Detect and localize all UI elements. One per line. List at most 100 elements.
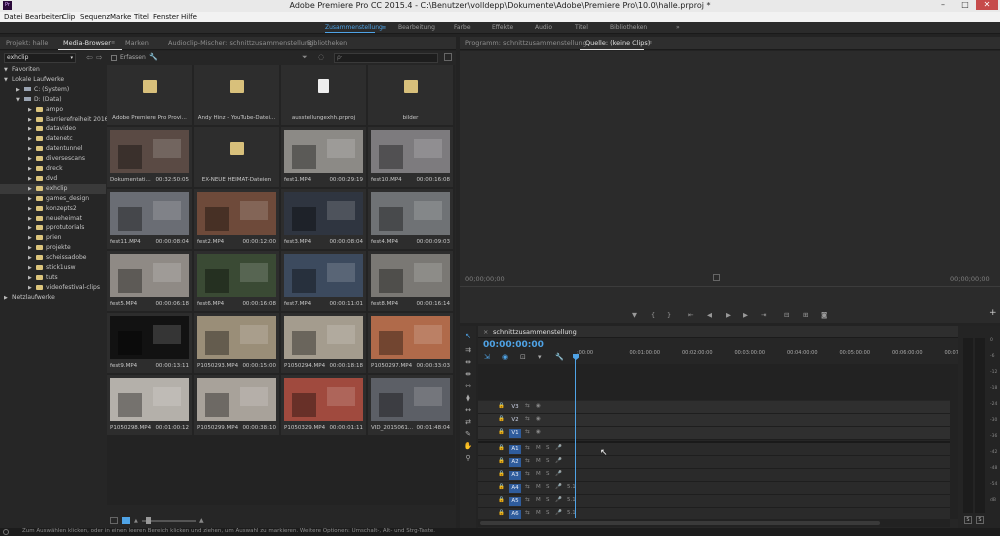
video-track-empty-area[interactable] bbox=[478, 364, 950, 400]
folder-item[interactable]: Andy Hinz - YouTube-Datei... bbox=[194, 65, 279, 125]
video-track[interactable]: 🔒 V2 ⇆ ◉ bbox=[478, 414, 950, 427]
tree-item[interactable]: ▶ ampo bbox=[0, 105, 106, 115]
collapsed-arrow-icon[interactable]: ▶ bbox=[28, 134, 36, 144]
fit-settings-icon[interactable] bbox=[713, 274, 720, 281]
clip-thumbnail[interactable]: P1050297.MP4 00:00:33:03 bbox=[368, 313, 453, 373]
monitor-scrub-bar[interactable] bbox=[460, 286, 1000, 287]
tree-item[interactable]: ▶ datentunnel bbox=[0, 144, 106, 154]
tab-projekt[interactable]: Projekt: halle bbox=[6, 39, 48, 47]
tab-programm[interactable]: Programm: schnittzusammenstellung bbox=[465, 39, 587, 47]
tree-item[interactable]: ▼ Favoriten bbox=[0, 65, 106, 75]
tab-audioclip-mischer[interactable]: Audioclip-Mischer: schnittzusammenstellu… bbox=[168, 39, 313, 47]
rolling-edit-icon[interactable]: ⇼ bbox=[463, 370, 473, 379]
record-voiceover-icon[interactable]: 🎤 bbox=[555, 471, 562, 477]
linked-selection-icon[interactable]: ⊡ bbox=[520, 353, 526, 361]
tree-item[interactable]: ▶ tuts bbox=[0, 273, 106, 283]
clip-thumbnail[interactable]: fest1.MP4 00:00:29:19 bbox=[281, 127, 366, 187]
solo-icon[interactable]: S bbox=[546, 471, 550, 477]
record-voiceover-icon[interactable]: 🎤 bbox=[555, 497, 562, 503]
lock-icon[interactable]: 🔒 bbox=[498, 416, 505, 422]
rate-stretch-icon[interactable]: ⇿ bbox=[463, 382, 473, 391]
minimize-button[interactable]: – bbox=[932, 0, 954, 10]
tab-marken[interactable]: Marken bbox=[125, 39, 149, 47]
tab-media-browser-menu-icon[interactable]: ≡ bbox=[111, 40, 115, 46]
tree-item[interactable]: ▶ videofestival-clips bbox=[0, 283, 106, 293]
nest-icon[interactable]: ⇲ bbox=[484, 353, 490, 361]
sync-lock-icon[interactable]: ⇆ bbox=[525, 458, 530, 464]
timeline-vertical-scrollbar[interactable] bbox=[950, 364, 958, 519]
pen-icon[interactable]: ✎ bbox=[463, 430, 473, 439]
sync-lock-icon[interactable]: ⇆ bbox=[525, 403, 530, 409]
step-forward-icon[interactable]: ▶ bbox=[743, 311, 748, 319]
tree-item[interactable]: ▶ C: (System) bbox=[0, 85, 106, 95]
collapsed-arrow-icon[interactable]: ▶ bbox=[28, 105, 36, 115]
clip-thumbnail[interactable]: VID_2015061... 00:01:48:04 bbox=[368, 375, 453, 435]
lock-icon[interactable]: 🔒 bbox=[498, 471, 505, 477]
thumbnail-zoom-handle[interactable] bbox=[146, 517, 151, 524]
go-to-out-icon[interactable]: ⇥ bbox=[761, 311, 766, 319]
audio-track[interactable]: 🔒 A3 ⇆ M S 🎤 bbox=[478, 469, 950, 482]
workspace-titel[interactable]: Titel bbox=[575, 24, 588, 31]
folder-item[interactable]: Adobe Premiere Pro Provi... bbox=[107, 65, 192, 125]
tree-item[interactable]: ▶ scheissadobe bbox=[0, 253, 106, 263]
eye-icon[interactable]: ◉ bbox=[536, 429, 541, 435]
tree-item[interactable]: ▶ Barrierefreiheit 2016 bbox=[0, 115, 109, 125]
timeline-horizontal-scrollbar[interactable] bbox=[478, 519, 950, 527]
clip-thumbnail[interactable]: P1050299.MP4 00:00:38:10 bbox=[194, 375, 279, 435]
video-track[interactable]: 🔒 V3 ⇆ ◉ bbox=[478, 401, 950, 414]
menu-clip[interactable]: Clip bbox=[62, 13, 75, 21]
tree-item[interactable]: ▶ konzepts2 bbox=[0, 204, 106, 214]
av-divider[interactable] bbox=[478, 441, 950, 443]
lock-icon[interactable]: 🔒 bbox=[498, 403, 505, 409]
project-file-item[interactable]: ausstellungexhh.prproj bbox=[281, 65, 366, 125]
clip-thumbnail[interactable]: fest5.MP4 00:00:06:18 bbox=[107, 251, 192, 311]
collapsed-arrow-icon[interactable]: ▶ bbox=[28, 174, 36, 184]
filter-icon[interactable]: ⏷ bbox=[302, 53, 308, 62]
icon-view-icon[interactable] bbox=[122, 517, 130, 524]
track-label[interactable]: V3 bbox=[509, 403, 521, 412]
slide-icon[interactable]: ⇄ bbox=[463, 418, 473, 427]
track-label[interactable]: A5 bbox=[509, 497, 521, 506]
clip-thumbnail[interactable]: fest7.MP4 00:00:11:01 bbox=[281, 251, 366, 311]
collapsed-arrow-icon[interactable]: ▶ bbox=[28, 164, 36, 174]
collapsed-arrow-icon[interactable]: ▶ bbox=[28, 263, 36, 273]
solo-left-button[interactable]: S bbox=[964, 516, 972, 524]
sync-lock-icon[interactable]: ⇆ bbox=[525, 416, 530, 422]
add-marker-timeline-icon[interactable]: ▾ bbox=[538, 353, 542, 361]
collapsed-arrow-icon[interactable]: ▶ bbox=[28, 144, 36, 154]
tree-item[interactable]: ▶ projekte bbox=[0, 243, 106, 253]
record-voiceover-icon[interactable]: 🎤 bbox=[555, 510, 562, 516]
clip-thumbnail[interactable]: fest6.MP4 00:00:16:08 bbox=[194, 251, 279, 311]
audio-track[interactable]: 🔒 A2 ⇆ M S 🎤 bbox=[478, 456, 950, 469]
collapsed-arrow-icon[interactable]: ▶ bbox=[28, 243, 36, 253]
collapsed-arrow-icon[interactable]: ▶ bbox=[28, 214, 36, 224]
solo-icon[interactable]: S bbox=[546, 458, 550, 464]
workspace-zusammenstellung[interactable]: Zusammenstellung bbox=[325, 24, 383, 31]
workspace-overflow-button[interactable]: » bbox=[676, 24, 680, 31]
sync-lock-icon[interactable]: ⇆ bbox=[525, 497, 530, 503]
clip-thumbnail[interactable]: P1050329.MP4 00:00:01:11 bbox=[281, 375, 366, 435]
overwrite-icon[interactable]: ⊞ bbox=[803, 311, 808, 319]
workspace-bearbeitung[interactable]: Bearbeitung bbox=[398, 24, 435, 31]
tree-item[interactable]: ▶ neueheimat bbox=[0, 214, 106, 224]
lock-icon[interactable]: 🔒 bbox=[498, 445, 505, 451]
collapsed-arrow-icon[interactable]: ▶ bbox=[28, 124, 36, 134]
go-to-in-icon[interactable]: ⇤ bbox=[688, 311, 693, 319]
view-options-icon[interactable]: ◌ bbox=[318, 53, 324, 61]
record-voiceover-icon[interactable]: 🎤 bbox=[555, 445, 562, 451]
mute-icon[interactable]: M bbox=[536, 445, 541, 451]
tree-item[interactable]: ▶ dvd bbox=[0, 174, 106, 184]
collapsed-arrow-icon[interactable]: ▶ bbox=[4, 293, 12, 303]
back-arrow-icon[interactable]: ⇦ bbox=[86, 53, 93, 62]
close-button[interactable]: ✕ bbox=[976, 0, 998, 10]
track-label[interactable]: A1 bbox=[509, 445, 521, 454]
menu-titel[interactable]: Titel bbox=[134, 13, 149, 21]
list-view-icon[interactable] bbox=[110, 517, 118, 524]
clip-thumbnail[interactable]: fest9.MP4 00:00:13:11 bbox=[107, 313, 192, 373]
timeline-menu-icon[interactable]: ≡ bbox=[566, 329, 570, 335]
tree-item[interactable]: ▶ datenetc bbox=[0, 134, 106, 144]
menu-hilfe[interactable]: Hilfe bbox=[181, 13, 197, 21]
timeline-timecode[interactable]: 00:00:00:00 bbox=[483, 340, 544, 350]
solo-icon[interactable]: S bbox=[546, 497, 550, 503]
timeline-settings-icon[interactable]: 🔧 bbox=[555, 353, 564, 361]
